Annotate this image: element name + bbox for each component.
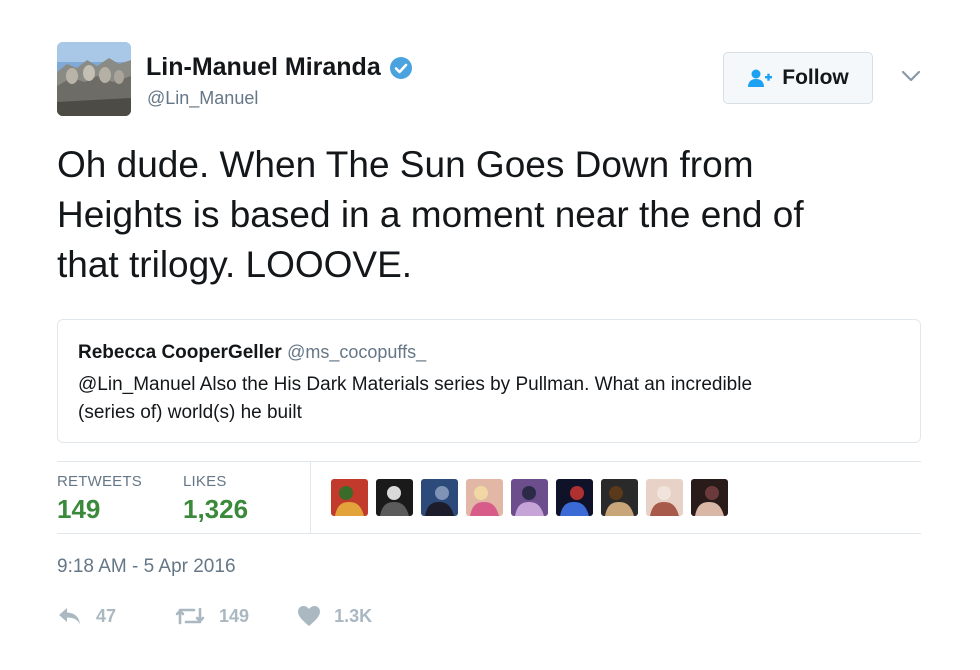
liker-avatar[interactable]	[691, 479, 728, 516]
liker-avatar[interactable]	[376, 479, 413, 516]
quoted-tweet-header: Rebecca CooperGeller @ms_cocopuffs_	[78, 342, 426, 364]
liker-avatar[interactable]	[556, 479, 593, 516]
liker-avatar[interactable]	[331, 479, 368, 516]
follow-button[interactable]: Follow	[723, 52, 873, 104]
reply-icon	[59, 608, 80, 624]
retweets-value: 149	[57, 494, 101, 524]
avatar-mountain-photo	[57, 42, 131, 116]
chevron-down-icon[interactable]	[900, 68, 922, 84]
avatar-photo	[511, 479, 548, 516]
author-handle[interactable]: @Lin_Manuel	[147, 88, 258, 109]
avatar-photo	[421, 479, 458, 516]
reply-button[interactable]: 47	[57, 606, 116, 627]
heart-icon	[298, 606, 321, 626]
avatar-photo	[601, 479, 638, 516]
divider	[57, 461, 921, 462]
verified-badge-icon	[389, 56, 412, 79]
quoted-author-handle: @ms_cocopuffs_	[287, 342, 427, 362]
avatar-photo	[556, 479, 593, 516]
follow-button-label: Follow	[782, 66, 849, 89]
liker-avatar[interactable]	[511, 479, 548, 516]
author-name[interactable]: Lin-Manuel Miranda	[146, 53, 381, 82]
avatar-photo	[331, 479, 368, 516]
author-avatar[interactable]	[57, 42, 131, 116]
like-count: 1.3K	[334, 605, 373, 626]
retweet-button[interactable]: 149	[174, 606, 249, 627]
avatar-photo	[466, 479, 503, 516]
tweet-text-line: that trilogy. LOOOVE.	[57, 244, 413, 285]
author-name-row: Lin-Manuel Miranda	[146, 53, 413, 82]
avatar-photo	[691, 479, 728, 516]
quoted-text-line: (series of) world(s) he built	[78, 402, 302, 423]
retweets-label: RETWEETS	[57, 473, 142, 490]
divider	[57, 533, 921, 534]
like-button[interactable]: 1.3K	[297, 605, 372, 627]
likes-stat[interactable]: LIKES 1,326	[183, 473, 248, 525]
tweet-actions: 47 149 1.3K	[57, 605, 372, 627]
liker-avatars	[331, 479, 728, 516]
quoted-author-name: Rebecca CooperGeller	[78, 342, 282, 363]
liker-avatar[interactable]	[421, 479, 458, 516]
liker-avatar[interactable]	[466, 479, 503, 516]
add-user-icon	[748, 69, 773, 87]
tweet-text: Oh dude. When The Sun Goes Down from Hei…	[57, 140, 917, 290]
retweet-count: 149	[219, 605, 250, 626]
tweet-text-line: Heights is based in a moment near the en…	[57, 194, 804, 235]
tweet-text-line: Oh dude. When The Sun Goes Down from	[57, 144, 754, 185]
retweets-stat[interactable]: RETWEETS 149	[57, 473, 142, 525]
likes-value: 1,326	[183, 494, 249, 524]
quoted-tweet-text: @Lin_Manuel Also the His Dark Materials …	[78, 371, 878, 427]
liker-avatar[interactable]	[646, 479, 683, 516]
avatar-photo	[646, 479, 683, 516]
likes-label: LIKES	[183, 473, 227, 490]
quoted-text-line: @Lin_Manuel Also the His Dark Materials …	[78, 374, 753, 395]
tweet-timestamp[interactable]: 9:18 AM - 5 Apr 2016	[57, 556, 236, 578]
liker-avatar[interactable]	[601, 479, 638, 516]
reply-count: 47	[96, 605, 117, 626]
retweet-icon	[175, 607, 205, 625]
stats-divider	[310, 462, 311, 533]
avatar-photo	[376, 479, 413, 516]
quoted-tweet[interactable]: Rebecca CooperGeller @ms_cocopuffs_ @Lin…	[57, 319, 921, 443]
